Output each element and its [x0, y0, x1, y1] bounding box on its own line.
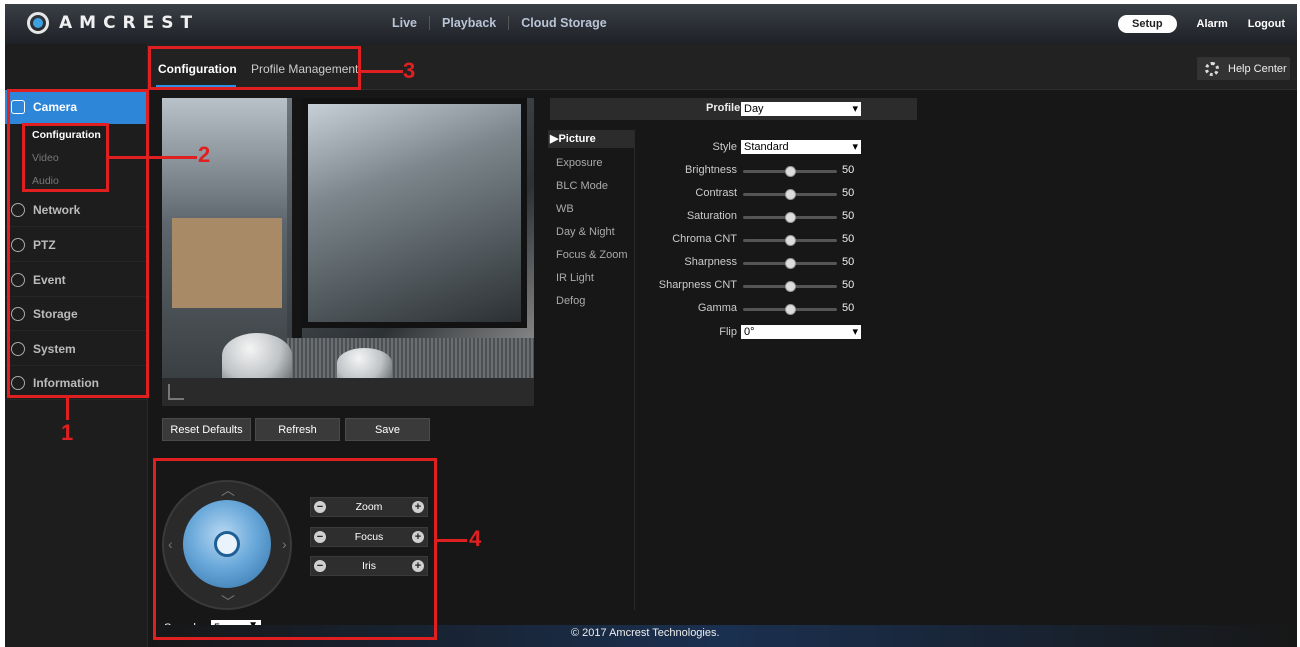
menu-item-exposure[interactable]: Exposure — [548, 157, 602, 169]
sharpness-slider[interactable] — [743, 258, 837, 269]
profile-value: Day — [744, 103, 764, 115]
nav-cloud-storage[interactable]: Cloud Storage — [509, 16, 618, 30]
slider-handle[interactable] — [785, 281, 796, 292]
profile-select[interactable]: Day ▾ — [741, 102, 861, 116]
menu-item-wb[interactable]: WB — [548, 203, 574, 215]
annotation-line-4 — [437, 539, 467, 542]
reset-defaults-button[interactable]: Reset Defaults — [162, 418, 251, 441]
refresh-button[interactable]: Refresh — [255, 418, 340, 441]
saturation-value: 50 — [842, 210, 855, 222]
video-scene-frame — [292, 98, 302, 378]
help-center-label: Help Center — [1228, 62, 1287, 75]
chevron-down-icon: ▾ — [852, 103, 858, 115]
menu-item-picture[interactable]: ▶Picture — [548, 130, 634, 148]
annotation-box-4 — [153, 458, 437, 640]
annotation-number-1: 1 — [61, 420, 74, 445]
help-center-button[interactable]: Help Center — [1197, 57, 1290, 80]
video-preview[interactable] — [162, 98, 534, 378]
flip-value: 0° — [744, 326, 755, 338]
chevron-down-icon: ▾ — [852, 141, 858, 153]
menu-item-ir-light[interactable]: IR Light — [548, 272, 594, 284]
nav-live[interactable]: Live — [380, 16, 431, 30]
video-scene-dome — [337, 348, 392, 378]
slider-handle[interactable] — [785, 166, 796, 177]
menu-item-blc-mode[interactable]: BLC Mode — [548, 180, 608, 192]
style-select[interactable]: Standard ▾ — [741, 140, 861, 154]
annotation-number-2: 2 — [198, 142, 211, 167]
video-scene-box — [172, 218, 282, 308]
menu-item-focus-zoom[interactable]: Focus & Zoom — [548, 249, 628, 261]
gamma-label: Gamma — [697, 302, 737, 314]
saturation-slider[interactable] — [743, 212, 837, 223]
nav-playback[interactable]: Playback — [430, 16, 510, 30]
gamma-value: 50 — [842, 302, 855, 314]
style-value: Standard — [744, 141, 789, 153]
setup-button[interactable]: Setup — [1117, 15, 1177, 33]
help-icon — [1205, 61, 1219, 76]
annotation-number-4: 4 — [469, 526, 482, 551]
sharpness-cnt-value: 50 — [842, 279, 855, 291]
annotation-line-1 — [66, 398, 69, 420]
menu-item-defog[interactable]: Defog — [548, 295, 585, 307]
fullscreen-icon[interactable] — [168, 384, 184, 400]
logo-text: AMCREST — [59, 13, 200, 33]
slider-handle[interactable] — [785, 189, 796, 200]
menu-item-day-night[interactable]: Day & Night — [548, 226, 615, 238]
sharpness-cnt-label: Sharpness CNT — [658, 279, 737, 291]
top-bar: AMCREST Live Playback Cloud Storage Setu… — [5, 4, 1297, 44]
style-label: Style — [712, 141, 737, 153]
flip-select[interactable]: 0° ▾ — [741, 325, 861, 339]
slider-handle[interactable] — [785, 212, 796, 223]
profile-label: Profile — [706, 102, 741, 114]
save-button[interactable]: Save — [345, 418, 430, 441]
sharpness-value: 50 — [842, 256, 855, 268]
chroma-cnt-label: Chroma CNT — [672, 233, 737, 245]
logo: AMCREST — [27, 12, 199, 34]
video-scene-dome — [222, 333, 292, 378]
copyright-text: © 2017 Amcrest Technologies. — [571, 627, 720, 639]
brightness-slider[interactable] — [743, 166, 837, 177]
annotation-number-3: 3 — [403, 58, 416, 83]
top-right-nav: Setup Alarm Logout — [1117, 15, 1285, 33]
gamma-slider[interactable] — [743, 304, 837, 315]
sharpness-label: Sharpness — [684, 256, 737, 268]
logout-link[interactable]: Logout — [1248, 18, 1285, 30]
saturation-label: Saturation — [686, 210, 737, 222]
brightness-label: Brightness — [685, 164, 737, 176]
annotation-line-2 — [109, 156, 197, 159]
amcrest-logo-icon — [27, 12, 49, 34]
contrast-value: 50 — [842, 187, 855, 199]
chroma-cnt-value: 50 — [842, 233, 855, 245]
video-toolbar — [162, 378, 534, 406]
chroma-cnt-slider[interactable] — [743, 235, 837, 246]
top-nav: Live Playback Cloud Storage — [380, 16, 619, 30]
video-scene-ledge — [287, 338, 534, 378]
menu-divider — [634, 130, 635, 610]
sharpness-cnt-slider[interactable] — [743, 281, 837, 292]
annotation-box-3 — [148, 46, 361, 90]
annotation-box-2 — [22, 123, 109, 192]
annotation-line-3 — [361, 70, 403, 73]
flip-label: Flip — [719, 326, 737, 338]
contrast-label: Contrast — [695, 187, 737, 199]
brightness-value: 50 — [842, 164, 855, 176]
slider-handle[interactable] — [785, 304, 796, 315]
slider-handle[interactable] — [785, 258, 796, 269]
alarm-link[interactable]: Alarm — [1197, 18, 1228, 30]
chevron-down-icon: ▾ — [852, 326, 858, 338]
video-scene-window — [302, 98, 527, 328]
slider-handle[interactable] — [785, 235, 796, 246]
contrast-slider[interactable] — [743, 189, 837, 200]
